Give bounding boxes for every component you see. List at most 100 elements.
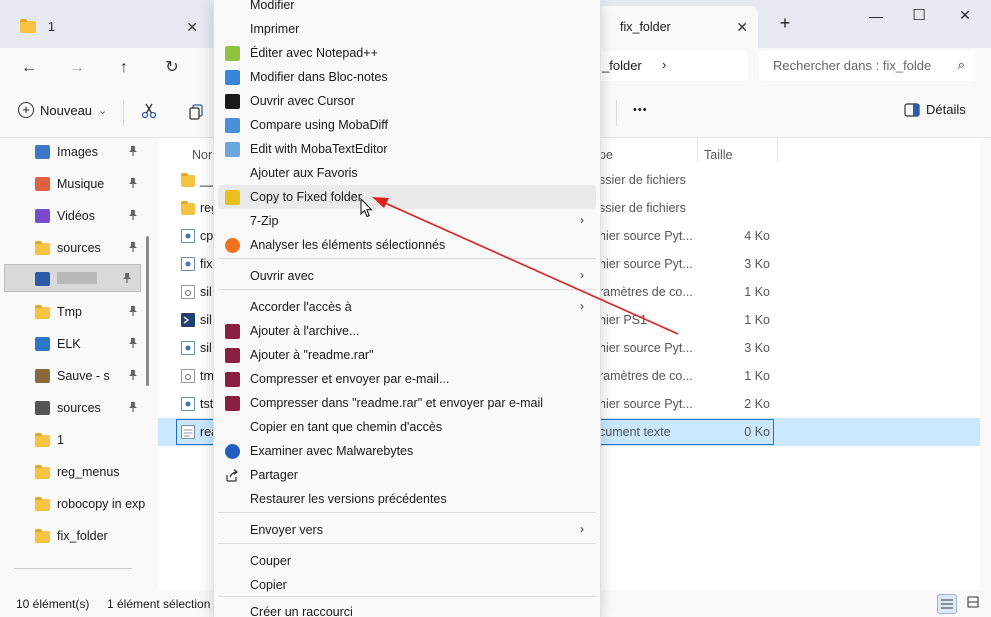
file-type: hier source Pyt...: [599, 341, 693, 355]
more-options-button[interactable]: •••: [633, 104, 648, 116]
pin-icon[interactable]: [128, 369, 138, 384]
search-icon[interactable]: ⌕: [958, 57, 965, 73]
sidebar-item[interactable]: Musique: [0, 170, 146, 198]
menu-item-label: Copier en tant que chemin d'accès: [250, 420, 443, 434]
context-menu: Modifier Imprimer Éditer avec Notepad++ Mod…: [213, 0, 601, 617]
copy-button[interactable]: [188, 103, 206, 121]
menu-item[interactable]: Modifier: [218, 0, 596, 17]
menu-item-label: Ajouter à "readme.rar": [250, 348, 374, 362]
drive-icon: [35, 272, 50, 286]
search-input[interactable]: Rechercher dans : fix_folde ⌕: [759, 51, 975, 81]
column-header-type[interactable]: pe: [599, 148, 613, 162]
menu-item[interactable]: Ouvrir avec ›: [218, 264, 596, 288]
menu-item[interactable]: Modifier dans Bloc-notes: [218, 65, 596, 89]
sidebar-item[interactable]: sources: [0, 394, 146, 422]
menu-divider: [218, 596, 596, 597]
pin-icon[interactable]: [128, 177, 138, 192]
pin-icon[interactable]: [122, 272, 132, 287]
back-button[interactable]: ←: [15, 54, 43, 82]
divider: [777, 138, 778, 162]
menu-item[interactable]: Compresser dans "readme.rar" et envoyer …: [218, 391, 596, 415]
menu-item[interactable]: Éditer avec Notepad++: [218, 41, 596, 65]
sidebar-item[interactable]: Sauve - s: [0, 362, 146, 390]
file-list-scrollbar[interactable]: [980, 138, 991, 590]
tab-1[interactable]: 1 ✕: [8, 6, 208, 48]
tiles-view-button[interactable]: [963, 594, 983, 614]
menu-item[interactable]: Copy to Fixed folder: [218, 185, 596, 209]
sidebar-scrollbar[interactable]: [146, 236, 149, 386]
pin-icon[interactable]: [128, 401, 138, 416]
sidebar-item-label: Musique: [57, 177, 105, 191]
menu-item[interactable]: Créer un raccourci: [218, 600, 596, 617]
chevron-right-icon[interactable]: ›: [662, 57, 668, 72]
menu-item[interactable]: 7-Zip ›: [218, 209, 596, 233]
close-tab-icon[interactable]: ✕: [736, 19, 748, 36]
python-file-icon: [181, 397, 195, 411]
menu-item[interactable]: Accorder l'accès à ›: [218, 295, 596, 319]
menu-item[interactable]: Ouvrir avec Cursor: [218, 89, 596, 113]
menu-item-label: Créer un raccourci: [250, 605, 353, 617]
new-button[interactable]: + Nouveau ⌄: [18, 102, 107, 118]
close-tab-icon[interactable]: ✕: [186, 19, 198, 36]
details-button[interactable]: Détails: [904, 102, 966, 117]
minimize-button[interactable]: —: [856, 8, 896, 24]
menu-item[interactable]: Analyser les éléments sélectionnés: [218, 233, 596, 257]
menu-item-label: Éditer avec Notepad++: [250, 46, 378, 60]
refresh-button[interactable]: ↻: [158, 54, 186, 82]
menu-item[interactable]: Partager: [218, 463, 596, 487]
up-button[interactable]: ↑: [110, 54, 138, 82]
maximize-button[interactable]: ☐: [899, 6, 939, 24]
menu-item[interactable]: Ajouter à "readme.rar": [218, 343, 596, 367]
file-name: sil: [200, 285, 212, 299]
chevron-right-icon: ›: [580, 213, 584, 227]
sidebar-item[interactable]: 1: [0, 426, 146, 454]
close-window-button[interactable]: ✕: [945, 7, 985, 24]
sidebar-item[interactable]: ELK: [0, 330, 146, 358]
sidebar-item[interactable]: reg_menus: [0, 458, 146, 486]
menu-item[interactable]: Restaurer les versions précédentes: [218, 487, 596, 511]
cursor-app-icon: [225, 94, 240, 109]
videos-icon: [35, 209, 50, 223]
pin-icon[interactable]: [128, 145, 138, 160]
new-label: Nouveau: [40, 102, 93, 118]
menu-item-label: Partager: [250, 468, 298, 482]
menu-item[interactable]: Examiner avec Malwarebytes: [218, 439, 596, 463]
sidebar-item[interactable]: Images: [0, 138, 146, 166]
menu-item[interactable]: Copier: [218, 573, 596, 597]
sidebar-item[interactable]: [4, 264, 141, 292]
address-bar[interactable]: _folder ›: [596, 51, 748, 81]
pin-icon[interactable]: [128, 305, 138, 320]
menu-item-label: Modifier dans Bloc-notes: [250, 70, 388, 84]
pin-icon[interactable]: [128, 241, 138, 256]
sidebar-item[interactable]: Vidéos: [0, 202, 146, 230]
menu-item[interactable]: Compresser et envoyer par e-mail...: [218, 367, 596, 391]
cut-button[interactable]: [140, 102, 158, 120]
column-header-size[interactable]: Taille: [704, 148, 733, 162]
new-tab-button[interactable]: +: [765, 13, 805, 34]
notepad-icon: [225, 70, 240, 85]
pin-icon[interactable]: [128, 337, 138, 352]
pin-icon[interactable]: [128, 209, 138, 224]
details-view-button[interactable]: [937, 594, 957, 614]
file-size: 0 Ko: [744, 425, 770, 439]
menu-item[interactable]: Imprimer: [218, 17, 596, 41]
tab-fix-folder[interactable]: fix_folder ✕: [598, 6, 758, 48]
forward-button[interactable]: →: [63, 54, 91, 82]
sidebar-item[interactable]: robocopy in exp: [0, 490, 146, 518]
column-header-name[interactable]: Nor: [192, 148, 212, 162]
scissors-icon: [141, 103, 157, 119]
menu-item[interactable]: Ajouter aux Favoris: [218, 161, 596, 185]
menu-item[interactable]: Copier en tant que chemin d'accès: [218, 415, 596, 439]
menu-item[interactable]: Edit with MobaTextEditor: [218, 137, 596, 161]
sidebar-item[interactable]: fix_folder: [0, 522, 146, 550]
menu-item-label: Analyser les éléments sélectionnés: [250, 238, 446, 252]
menu-item[interactable]: Couper: [218, 549, 596, 573]
sidebar-item[interactable]: Tmp: [0, 298, 146, 326]
menu-item[interactable]: Compare using MobaDiff: [218, 113, 596, 137]
sidebar-item[interactable]: sources: [0, 234, 146, 262]
sidebar-item-label: Vidéos: [57, 209, 95, 223]
menu-item[interactable]: Ajouter à l'archive...: [218, 319, 596, 343]
menu-item[interactable]: Envoyer vers ›: [218, 518, 596, 542]
sidebar-item-label: Images: [57, 145, 98, 159]
menu-item-label: Compresser et envoyer par e-mail...: [250, 372, 450, 386]
